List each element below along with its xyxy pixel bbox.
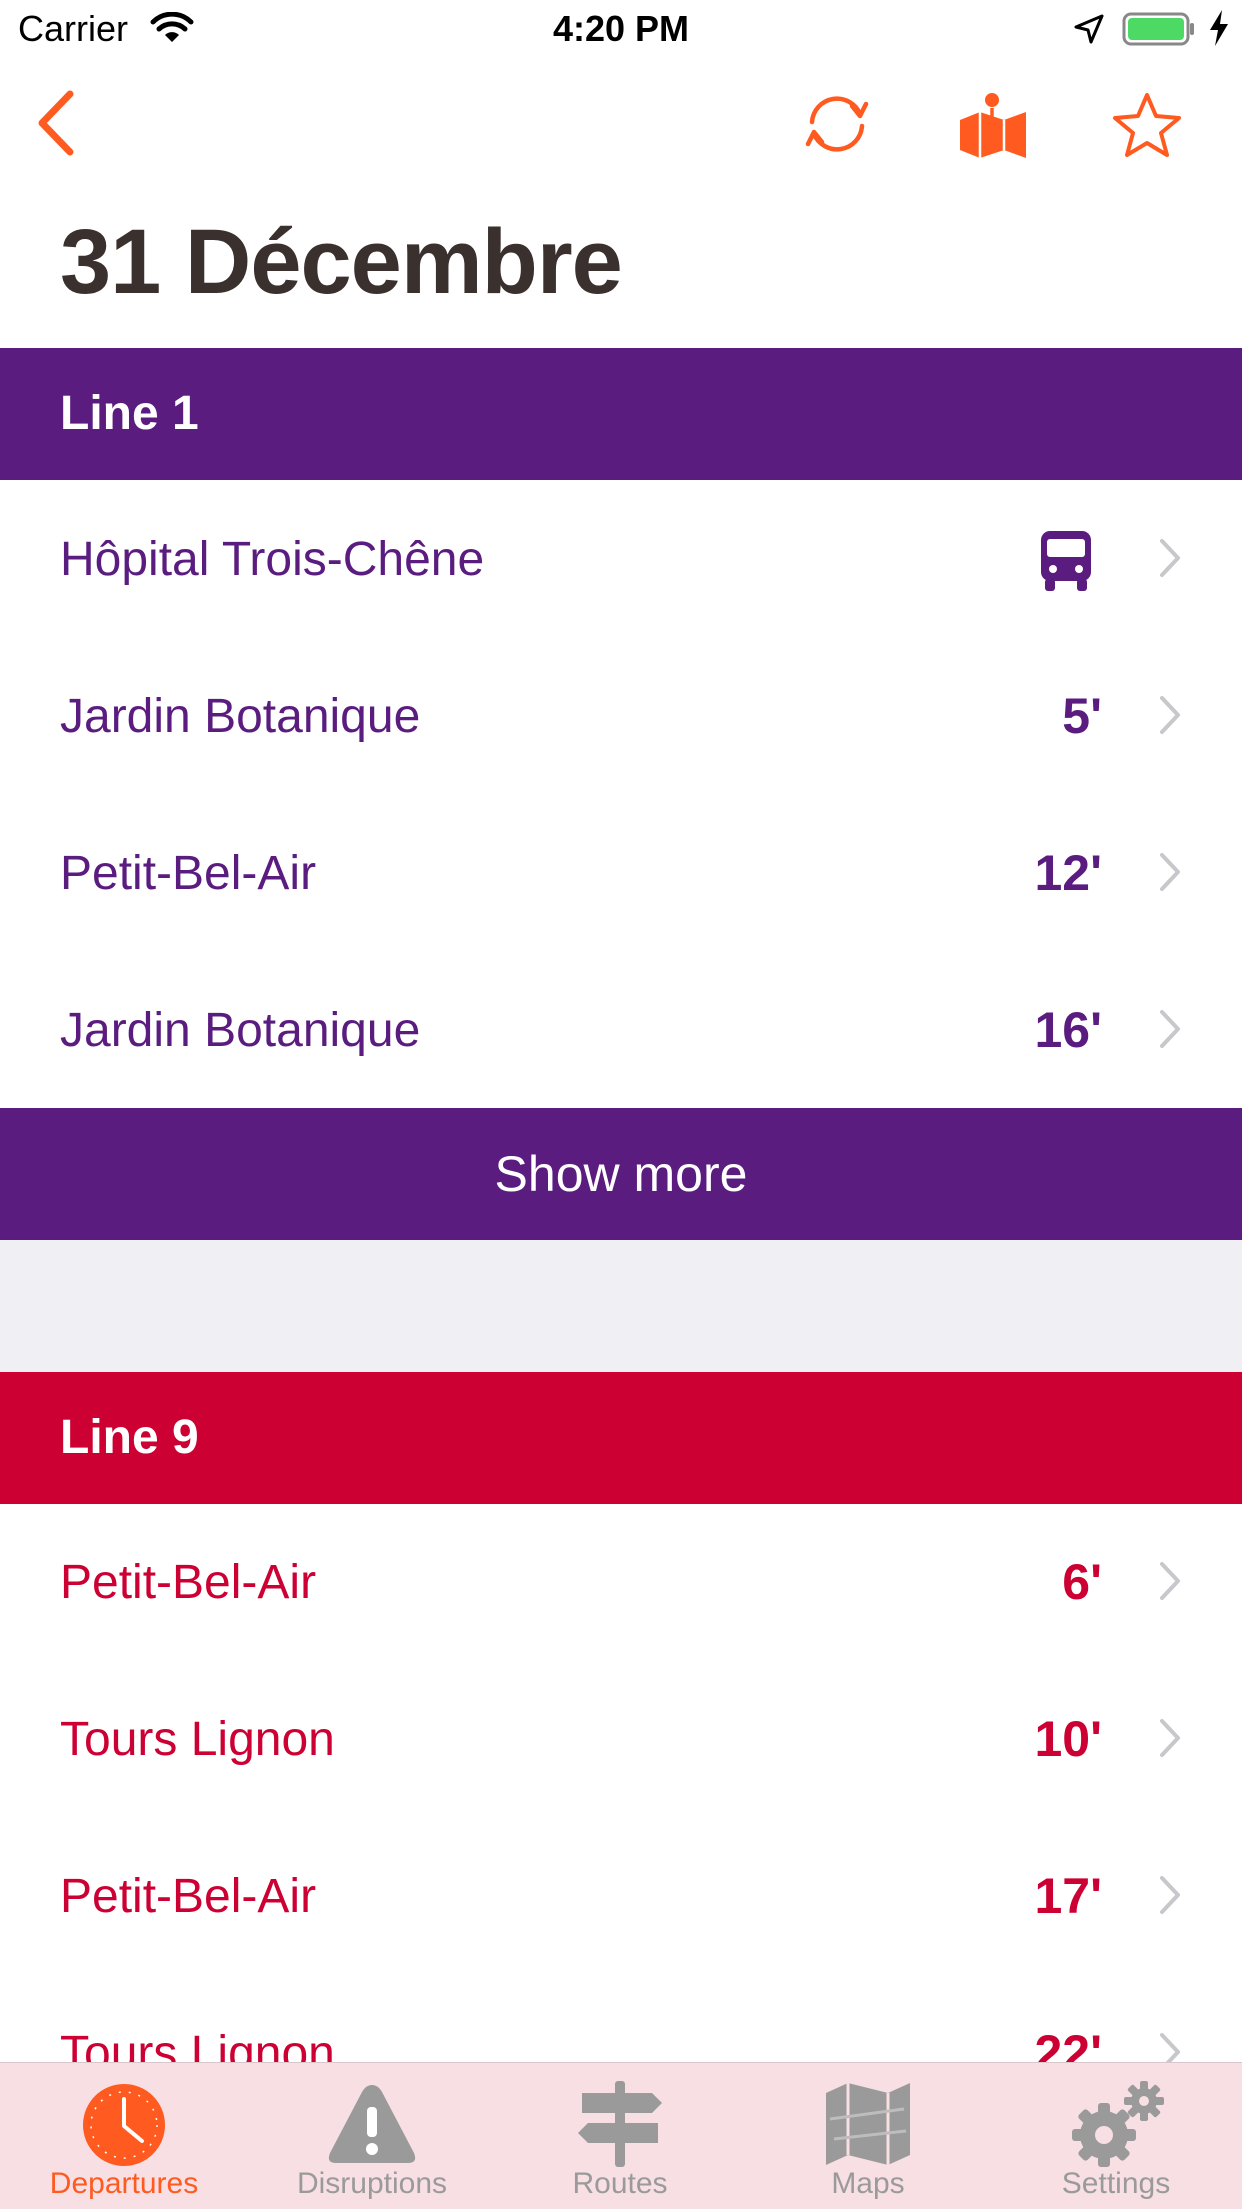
departure-row[interactable]: Jardin Botanique 5' xyxy=(0,638,1242,795)
chevron-right-icon xyxy=(1158,851,1182,898)
status-bar: Carrier 4:20 PM xyxy=(0,0,1242,60)
destination-label: Jardin Botanique xyxy=(60,690,421,743)
departure-row[interactable]: Jardin Botanique 16' xyxy=(0,952,1242,1109)
tab-routes[interactable]: Routes xyxy=(496,2063,744,2209)
tab-disruptions[interactable]: Disruptions xyxy=(248,2063,496,2209)
tab-settings[interactable]: Settings xyxy=(992,2063,1240,2209)
destination-label: Tours Lignon xyxy=(60,1713,335,1766)
map-icon xyxy=(744,2079,992,2169)
tab-departures[interactable]: Departures xyxy=(0,2063,248,2209)
destination-label: Jardin Botanique xyxy=(60,1004,421,1057)
gear-icon xyxy=(992,2079,1240,2169)
charging-icon xyxy=(1208,10,1230,51)
departure-row[interactable]: Petit-Bel-Air 6' xyxy=(0,1504,1242,1661)
location-arrow-icon xyxy=(1074,14,1104,49)
chevron-right-icon xyxy=(1158,1008,1182,1055)
departure-minutes: 12' xyxy=(1034,845,1102,901)
destination-label: Petit-Bel-Air xyxy=(60,1870,317,1923)
favorite-star-icon[interactable] xyxy=(1112,92,1182,163)
bus-icon xyxy=(1038,529,1094,598)
departure-minutes: 6' xyxy=(1062,1554,1102,1610)
departure-minutes: 5' xyxy=(1062,688,1102,744)
section-header-line-1: Line 1 xyxy=(0,348,1242,480)
departure-minutes: 10' xyxy=(1034,1711,1102,1767)
clock-icon xyxy=(0,2079,248,2169)
map-pin-icon[interactable] xyxy=(958,90,1028,165)
back-chevron-icon[interactable] xyxy=(36,90,76,161)
battery-icon xyxy=(1122,12,1196,51)
chevron-right-icon xyxy=(1158,537,1182,584)
warning-icon xyxy=(248,2079,496,2169)
departure-row[interactable]: Tours Lignon 10' xyxy=(0,1661,1242,1818)
tab-label: Routes xyxy=(572,2167,668,2200)
tab-label: Departures xyxy=(49,2167,199,2200)
tab-maps[interactable]: Maps xyxy=(744,2063,992,2209)
chevron-right-icon xyxy=(1158,1874,1182,1921)
section-separator xyxy=(0,1240,1242,1372)
departure-minutes: 17' xyxy=(1034,1868,1102,1924)
show-more-button[interactable]: Show more xyxy=(0,1108,1242,1240)
navigation-bar xyxy=(0,60,1242,190)
chevron-right-icon xyxy=(1158,1717,1182,1764)
refresh-icon[interactable] xyxy=(802,92,872,161)
tab-label: Disruptions xyxy=(296,2167,448,2200)
departure-row[interactable]: Petit-Bel-Air 12' xyxy=(0,795,1242,952)
tab-bar: Departures Disruptions Routes Maps Setti… xyxy=(0,2062,1242,2209)
tab-label: Maps xyxy=(831,2167,905,2200)
chevron-right-icon xyxy=(1158,694,1182,741)
status-time: 4:20 PM xyxy=(552,8,690,49)
departure-minutes: 16' xyxy=(1034,1002,1102,1058)
departure-row[interactable]: Hôpital Trois-Chêne xyxy=(0,481,1242,638)
chevron-right-icon xyxy=(1158,1560,1182,1607)
destination-label: Petit-Bel-Air xyxy=(60,1556,317,1609)
section-header-line-9: Line 9 xyxy=(0,1372,1242,1504)
destination-label: Hôpital Trois-Chêne xyxy=(60,533,485,586)
destination-label: Petit-Bel-Air xyxy=(60,847,317,900)
departure-row[interactable]: Petit-Bel-Air 17' xyxy=(0,1818,1242,1975)
signpost-icon xyxy=(496,2079,744,2169)
tab-label: Settings xyxy=(1061,2167,1171,2200)
page-title: 31 Décembre xyxy=(60,211,623,313)
